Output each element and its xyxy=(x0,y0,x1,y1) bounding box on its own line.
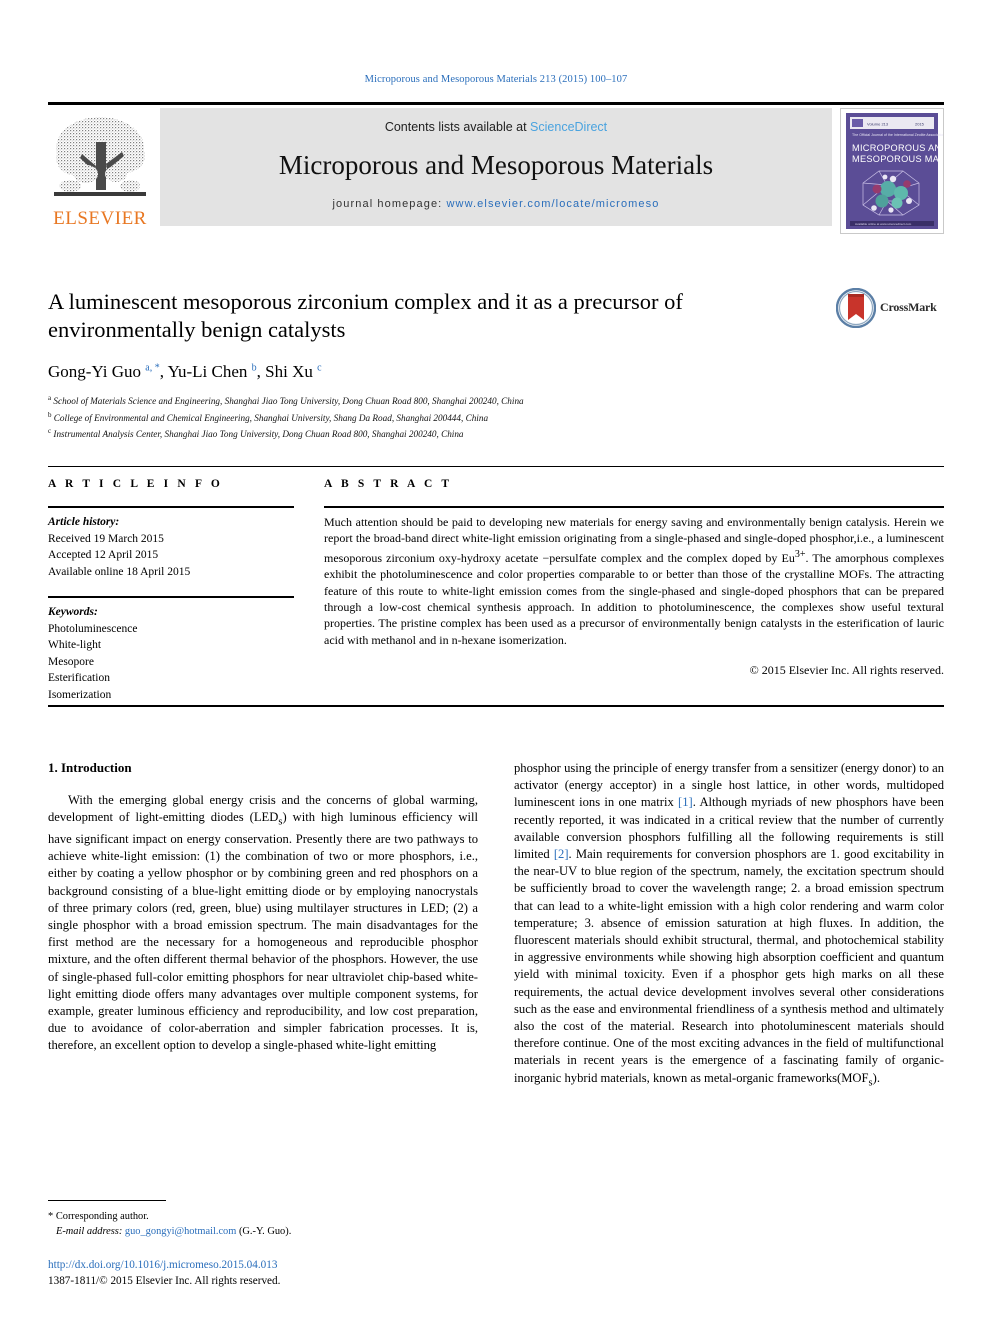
author-list: Gong-Yi Guo a, *, Yu-Li Chen b, Shi Xu c xyxy=(48,362,322,381)
article-history-online: Available online 18 April 2015 xyxy=(48,565,191,578)
keyword-item: White-light xyxy=(48,639,102,651)
keyword-item: Mesopore xyxy=(48,655,94,668)
abstract-rule xyxy=(324,506,944,508)
info-band-top-rule xyxy=(48,466,944,467)
article-info-rule xyxy=(48,506,294,508)
affiliation-marker: c xyxy=(48,427,52,436)
body-column-right: phosphor using the principle of energy t… xyxy=(514,760,944,1091)
affiliation-list: a School of Materials Science and Engine… xyxy=(48,392,848,442)
abstract-block: Much attention should be paid to develop… xyxy=(324,514,944,679)
article-history-label: Article history: xyxy=(48,516,120,528)
email-link[interactable]: guo_gongyi@hotmail.com xyxy=(125,1226,236,1237)
footnote-rule xyxy=(48,1200,166,1201)
affiliation-item: b College of Environmental and Chemical … xyxy=(48,409,848,426)
intro-paragraph-right: phosphor using the principle of energy t… xyxy=(514,761,944,1089)
affiliation-text: School of Materials Science and Engineer… xyxy=(53,396,524,407)
svg-text:The Official Journal of the In: The Official Journal of the Internationa… xyxy=(852,133,943,137)
masthead: ELSEVIER Contents lists available at Sci… xyxy=(48,108,944,234)
issn-copyright-line: 1387-1811/© 2015 Elsevier Inc. All right… xyxy=(48,1274,281,1287)
affiliation-text: College of Environmental and Chemical En… xyxy=(53,412,489,423)
info-band-bottom-rule xyxy=(48,705,944,707)
keyword-item: Photoluminescence xyxy=(48,622,138,635)
corresponding-marker: * xyxy=(48,1211,54,1222)
article-history-received: Received 19 March 2015 xyxy=(48,532,164,545)
journal-homepage-link[interactable]: www.elsevier.com/locate/micromeso xyxy=(447,198,660,210)
elsevier-wordmark: ELSEVIER xyxy=(53,208,147,229)
contents-prefix: Contents lists available at xyxy=(384,120,531,134)
elsevier-tree-icon xyxy=(52,112,148,206)
sciencedirect-link[interactable]: ScienceDirect xyxy=(530,120,607,134)
running-head: Microporous and Mesoporous Materials 213… xyxy=(364,74,628,85)
crossmark-icon xyxy=(835,287,877,329)
keywords-block: Keywords: Photoluminescence White-light … xyxy=(48,604,294,703)
article-info-heading: A R T I C L E I N F O xyxy=(48,478,223,490)
crossmark-label: CrossMark xyxy=(880,300,937,314)
body-column-left: 1. Introduction With the emerging global… xyxy=(48,760,478,1055)
page-footer: http://dx.doi.org/10.1016/j.micromeso.20… xyxy=(48,1258,478,1289)
email-line: E-mail address: guo_gongyi@hotmail.com (… xyxy=(48,1224,478,1239)
keyword-item: Isomerization xyxy=(48,688,112,701)
contents-lists-line: Contents lists available at ScienceDirec… xyxy=(160,120,832,134)
corresponding-author-footnote: * Corresponding author. E-mail address: … xyxy=(48,1200,478,1239)
journal-homepage-line: journal homepage: www.elsevier.com/locat… xyxy=(160,198,832,210)
doi-link[interactable]: http://dx.doi.org/10.1016/j.micromeso.20… xyxy=(48,1258,478,1274)
article-history-accepted: Accepted 12 April 2015 xyxy=(48,549,159,561)
keywords-rule xyxy=(48,596,294,598)
affiliation-marker: a xyxy=(48,394,52,402)
affiliation-text: Instrumental Analysis Center, Shanghai J… xyxy=(53,429,464,440)
title-block: A luminescent mesoporous zirconium compl… xyxy=(48,288,828,344)
keyword-item: Esterification xyxy=(48,672,110,684)
affiliation-item: c Instrumental Analysis Center, Shanghai… xyxy=(48,425,848,442)
svg-text:2015: 2015 xyxy=(915,122,925,127)
abstract-copyright: © 2015 Elsevier Inc. All rights reserved… xyxy=(749,663,944,678)
journal-cover-thumbnail[interactable]: Volume 213 2015 The Official Journal of … xyxy=(840,108,944,234)
email-suffix: (G.-Y. Guo). xyxy=(238,1226,292,1237)
crossmark-badge[interactable]: CrossMark xyxy=(835,287,940,330)
corresponding-text: Corresponding author. xyxy=(55,1211,149,1222)
masthead-panel: Contents lists available at ScienceDirec… xyxy=(160,108,832,226)
page-title: A luminescent mesoporous zirconium compl… xyxy=(48,289,683,342)
svg-text:Available online at www.scienc: Available online at www.sciencedirect.co… xyxy=(855,222,912,226)
article-history-block: Article history: Received 19 March 2015 … xyxy=(48,514,294,580)
journal-article-page: Microporous and Mesoporous Materials 213… xyxy=(0,0,992,1323)
keywords-label: Keywords: xyxy=(48,606,98,618)
svg-text:MESOPOROUS MATERIALS: MESOPOROUS MATERIALS xyxy=(852,154,943,164)
corresponding-author-line: * Corresponding author. xyxy=(48,1209,478,1224)
intro-paragraph-left: With the emerging global energy crisis a… xyxy=(48,793,478,1053)
svg-text:Volume 213: Volume 213 xyxy=(867,122,889,127)
elsevier-logo: ELSEVIER xyxy=(48,108,152,234)
abstract-heading: A B S T R A C T xyxy=(324,478,453,490)
journal-title: Microporous and Mesoporous Materials xyxy=(278,150,714,180)
masthead-top-rule xyxy=(48,102,944,105)
section-heading-introduction: 1. Introduction xyxy=(48,760,132,775)
affiliation-item: a School of Materials Science and Engine… xyxy=(48,392,848,409)
homepage-prefix: journal homepage: xyxy=(332,198,447,210)
svg-text:MICROPOROUS AND: MICROPOROUS AND xyxy=(852,143,943,153)
abstract-text: Much attention should be paid to develop… xyxy=(324,515,944,647)
email-label: E-mail address: xyxy=(56,1226,123,1237)
affiliation-marker: b xyxy=(48,410,52,419)
